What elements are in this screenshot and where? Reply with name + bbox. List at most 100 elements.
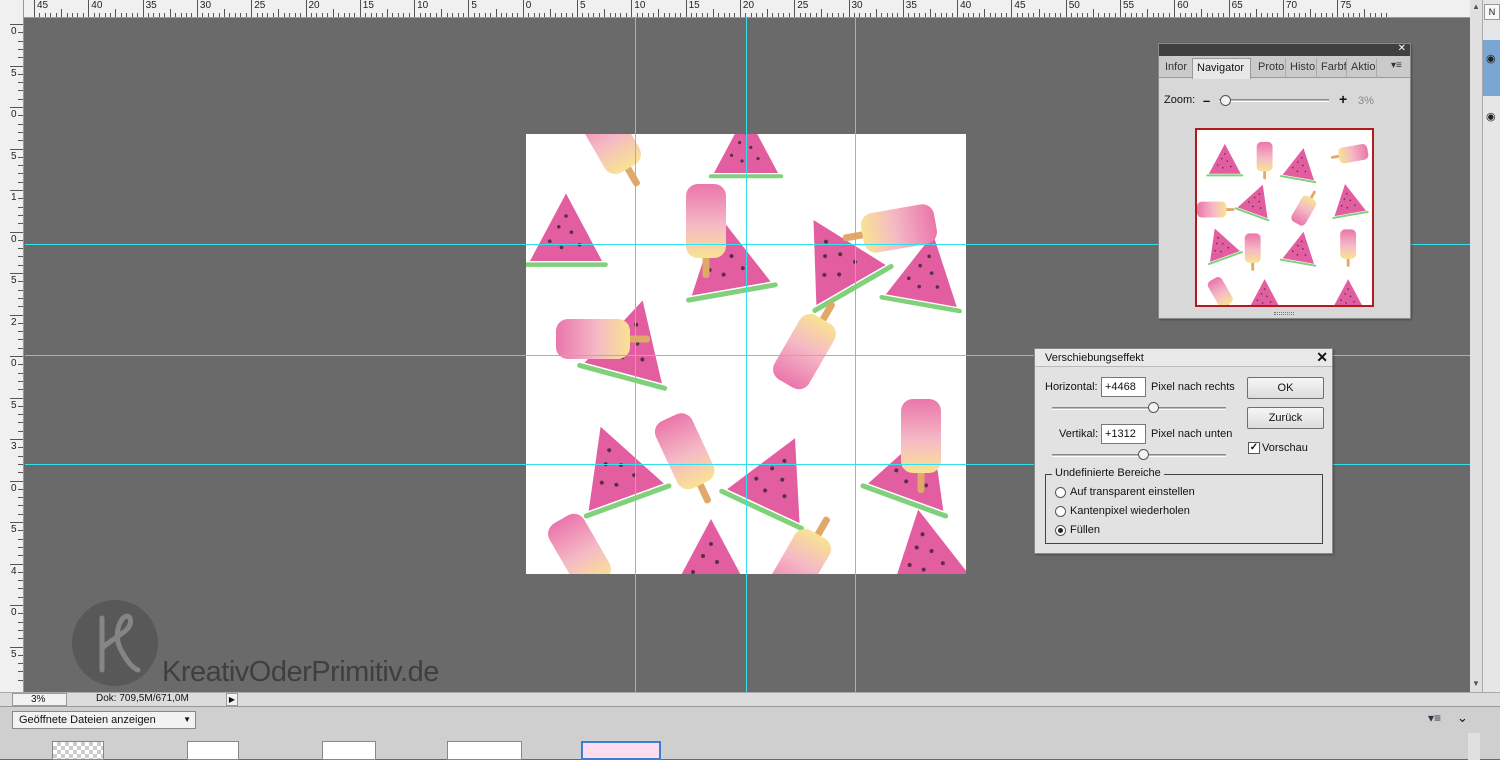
option-repeat-edge[interactable]: Kantenpixel wiederholen (1070, 505, 1190, 517)
ruler-tick (142, 0, 144, 17)
scroll-down-icon[interactable]: ▼ (1472, 679, 1480, 688)
ruler-tick (196, 0, 198, 17)
panel-tabs: Infor Navigator Proto Histo Farbf Aktio … (1159, 56, 1410, 79)
ruler-minor-tick (115, 9, 117, 17)
zoom-value: 3% (1358, 95, 1374, 107)
radio-transparent[interactable] (1055, 487, 1066, 498)
ruler-minor-tick (18, 405, 23, 407)
bin-thumbnail[interactable] (322, 741, 376, 760)
ruler-tick (10, 273, 23, 274)
vertical-slider-knob[interactable] (1138, 449, 1149, 460)
status-bar: 3% Dok: 709,5M/671,0M ▶ (0, 692, 1500, 706)
panel-titlebar[interactable]: ✕ (1159, 43, 1410, 56)
ruler-label: 55 (1123, 0, 1135, 11)
bin-thumbnail[interactable] (447, 741, 522, 760)
radio-repeat-edge[interactable] (1055, 506, 1066, 517)
tab-navigator[interactable]: Navigator (1192, 58, 1251, 79)
tab-actions[interactable]: Aktio (1347, 58, 1377, 78)
dialog-title: Verschiebungseffekt (1045, 352, 1144, 364)
ruler-minor-tick (18, 98, 23, 100)
zoom-out-icon[interactable]: – (1203, 93, 1210, 108)
offset-dialog: Verschiebungseffekt ✕ Horizontal: +4468 … (1034, 348, 1333, 554)
ruler-minor-tick (929, 9, 931, 17)
bin-dropdown-label: Geöffnete Dateien anzeigen (19, 714, 156, 726)
close-icon[interactable]: ✕ (1398, 43, 1406, 54)
ruler-minor-tick (1038, 9, 1040, 17)
ruler-label: 5 (11, 150, 17, 162)
layer-row-selected[interactable]: ◉ (1483, 40, 1500, 96)
ruler-tick (1120, 0, 1121, 17)
bin-thumbnail-active[interactable] (581, 741, 661, 760)
horizontal-label: Horizontal: (1045, 381, 1098, 393)
tab-color[interactable]: Farbf (1317, 58, 1347, 78)
zoom-slider-knob[interactable] (1220, 95, 1231, 106)
bin-scrollbar[interactable] (1468, 733, 1480, 760)
zoom-slider[interactable] (1219, 99, 1329, 102)
dialog-titlebar[interactable]: Verschiebungseffekt ✕ (1035, 349, 1332, 367)
tab-info[interactable]: Infor (1161, 58, 1193, 78)
resize-grip[interactable] (1274, 312, 1294, 315)
ruler-minor-tick (1147, 9, 1149, 17)
horizontal-ruler[interactable]: 45 40 35 30 25 20 15 10 5 0 5 10 15 20 25 30 35 40 45 50 55 6… (24, 0, 1470, 18)
collapse-icon[interactable]: ⌄ (1457, 710, 1468, 726)
ruler-minor-tick (18, 671, 23, 673)
ruler-minor-tick (18, 571, 23, 573)
ruler-minor-tick (18, 281, 23, 283)
ruler-label: 2 (11, 316, 17, 328)
horizontal-slider[interactable] (1052, 407, 1226, 410)
bin-dropdown[interactable]: Geöffnete Dateien anzeigen ▼ (12, 711, 196, 729)
horizontal-input[interactable]: +4468 (1101, 377, 1146, 397)
vertical-ruler[interactable]: 0505105205305405 (0, 0, 24, 692)
zoom-in-icon[interactable]: + (1339, 91, 1347, 107)
bin-menu-icon[interactable]: ▾≡ (1428, 711, 1441, 725)
ruler-minor-tick (18, 422, 23, 424)
option-fill[interactable]: Füllen (1070, 524, 1100, 536)
ruler-minor-tick (18, 156, 23, 158)
ruler-label: 15 (362, 0, 374, 11)
zoom-label: Zoom: (1164, 94, 1196, 106)
ruler-minor-tick (18, 596, 23, 598)
bin-thumbnail[interactable] (187, 741, 239, 760)
group-title: Undefinierte Bereiche (1052, 467, 1164, 479)
ruler-tick (414, 0, 416, 17)
ruler-label: 5 (11, 275, 17, 286)
cancel-button[interactable]: Zurück (1247, 407, 1324, 429)
tab-protocol[interactable]: Proto (1254, 58, 1286, 78)
option-transparent[interactable]: Auf transparent einstellen (1070, 486, 1195, 498)
ruler-minor-tick (18, 663, 23, 665)
ruler-minor-tick (1255, 9, 1257, 17)
ruler-tick (305, 0, 307, 17)
panel-menu-icon[interactable]: ▾≡ (1391, 60, 1402, 71)
preview-checkbox[interactable]: ✓ (1248, 442, 1260, 454)
status-menu-arrow-icon[interactable]: ▶ (226, 693, 238, 706)
zoom-field[interactable]: 3% (12, 693, 67, 706)
ruler-label: 20 (742, 0, 755, 11)
ruler-minor-tick (18, 580, 23, 582)
ruler-label: 5 (580, 0, 586, 11)
scroll-up-icon[interactable]: ▲ (1472, 2, 1480, 11)
ruler-tick (10, 397, 23, 399)
navigator-preview[interactable] (1195, 128, 1374, 307)
vertical-scrollbar[interactable]: ▲ ▼ (1470, 0, 1482, 692)
ruler-tick (577, 0, 578, 17)
ruler-tick (251, 0, 253, 17)
ruler-label: 70 (1285, 0, 1298, 11)
ruler-label: 75 (1340, 0, 1352, 11)
ruler-label: 45 (1014, 0, 1026, 11)
eye-icon[interactable]: ◉ (1486, 52, 1496, 65)
ruler-minor-tick (604, 9, 606, 17)
ruler-minor-tick (18, 57, 23, 59)
ruler-minor-tick (18, 389, 23, 391)
vertical-input[interactable]: +1312 (1101, 424, 1146, 444)
ruler-minor-tick (332, 9, 334, 17)
ruler-minor-tick (767, 9, 769, 17)
bin-thumbnail[interactable] (52, 741, 104, 760)
strip-tab[interactable]: N (1484, 4, 1500, 20)
close-icon[interactable]: ✕ (1316, 349, 1328, 366)
vertical-label: Vertikal: (1059, 428, 1099, 440)
horizontal-slider-knob[interactable] (1148, 402, 1159, 413)
tab-history[interactable]: Histo (1286, 58, 1317, 78)
ok-button[interactable]: OK (1247, 377, 1324, 399)
eye-icon[interactable]: ◉ (1486, 110, 1496, 123)
radio-fill[interactable] (1055, 525, 1066, 536)
